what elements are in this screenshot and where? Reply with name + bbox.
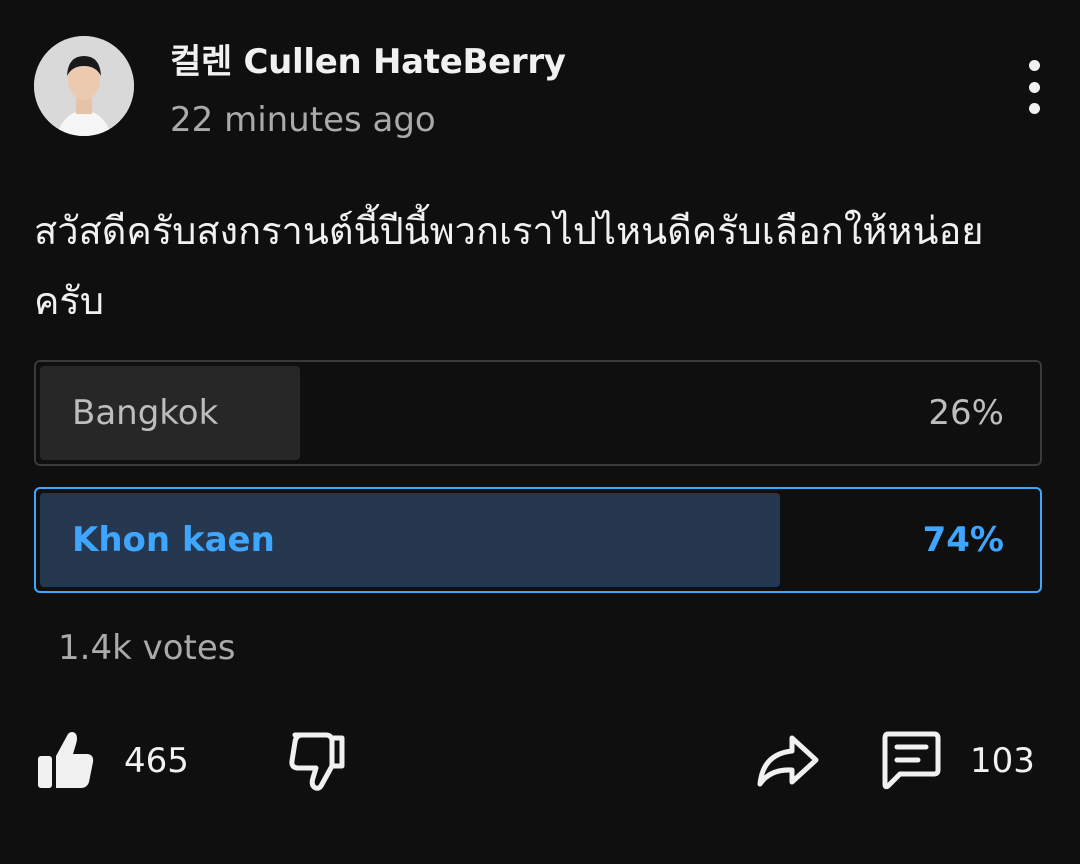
comment-icon[interactable] [880,730,942,792]
author-name[interactable]: 컬렌 Cullen HateBerry [170,34,566,83]
thumbs-up-icon[interactable] [36,728,96,790]
avatar-image [34,36,134,136]
thumbs-down-icon[interactable] [288,730,346,792]
poll-option-percent: 26% [928,393,1004,433]
poll-option-label: Khon kaen [72,520,275,560]
poll-option-khon-kaen[interactable]: Khon kaen 74% [34,487,1042,593]
post-timestamp: 22 minutes ago [170,100,436,140]
comment-count: 103 [970,741,1035,781]
poll-option-bangkok[interactable]: Bangkok 26% [34,360,1042,466]
vote-count: 1.4k votes [58,628,236,668]
post-text: สวัสดีครับสงกรานต์นี้ปีนี้พวกเราไปไหนดีค… [34,209,984,323]
like-count: 465 [124,741,189,781]
author-avatar[interactable] [34,36,134,136]
share-icon[interactable] [756,732,820,788]
more-vert-icon[interactable] [1014,60,1054,114]
poll-option-label: Bangkok [72,393,219,433]
poll-option-percent: 74% [922,520,1004,560]
